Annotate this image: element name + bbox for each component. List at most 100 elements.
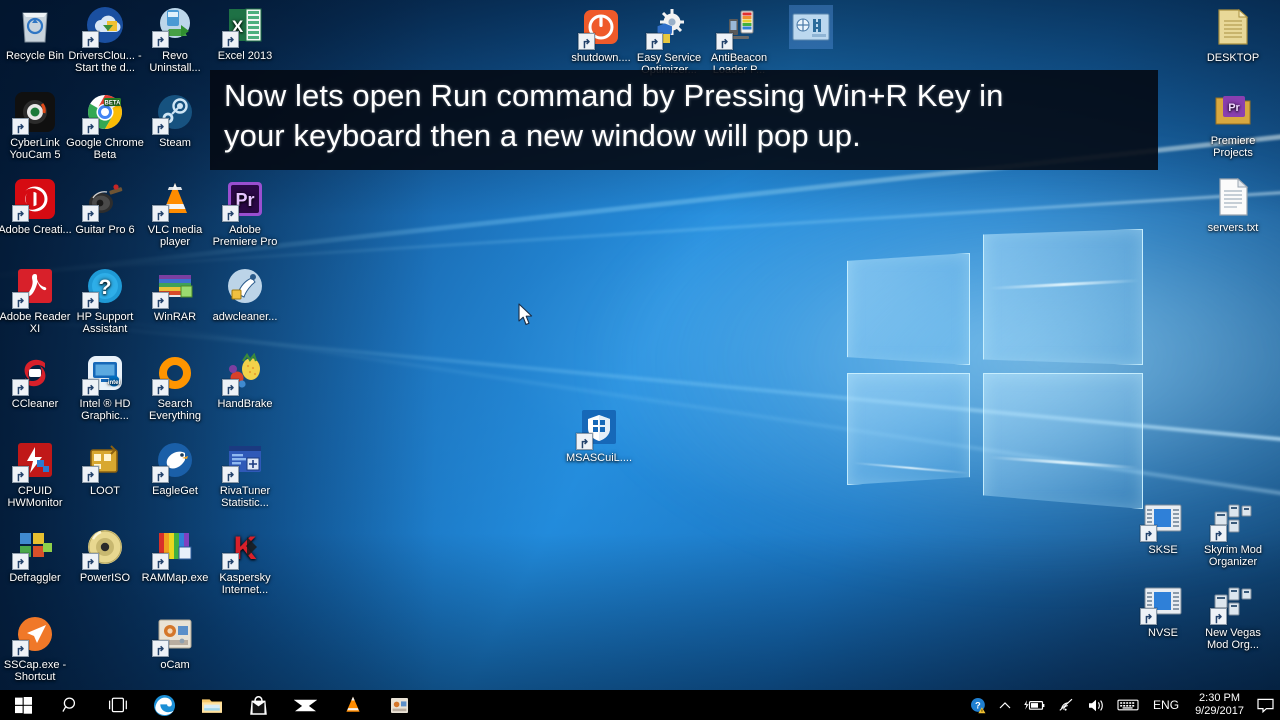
desktop-icon[interactable]: SKSE xyxy=(1124,497,1202,556)
svg-text:intel: intel xyxy=(108,380,121,386)
desktop-icon[interactable]: Revo Uninstall... xyxy=(136,3,214,75)
desktop-icon-label: Recycle Bin xyxy=(5,50,65,62)
rammap-icon xyxy=(152,525,197,570)
desktop-icon[interactable]: Guitar Pro 6 xyxy=(66,177,144,236)
desktop-icon[interactable]: adwcleaner... xyxy=(206,264,284,323)
vlc-button[interactable] xyxy=(329,690,376,720)
clock[interactable]: 2:30 PM 9/29/2017 xyxy=(1187,690,1252,720)
desktop-icon-label: Google Chrome Beta xyxy=(66,137,144,162)
desktop-icon-label: Defraggler xyxy=(9,572,61,584)
desktop-icon[interactable]: intel Intel ® HD Graphic... xyxy=(66,351,144,423)
desktop-icon[interactable]: HandBrake xyxy=(206,351,284,410)
excel-icon: X xyxy=(222,3,267,48)
hp-support-icon: ? xyxy=(82,264,127,309)
desktop-icon-label: DESKTOP xyxy=(1206,52,1260,64)
desktop-icon-label: Intel ® HD Graphic... xyxy=(79,398,131,423)
desktop-icon[interactable]: Pr Premiere Projects xyxy=(1194,88,1272,160)
mod-organizer-icon xyxy=(1210,497,1255,542)
desktop-icon[interactable]: WinRAR xyxy=(136,264,214,323)
desktop-icon[interactable] xyxy=(772,5,850,52)
desktop-icon-label: Adobe Premiere Pro xyxy=(212,224,278,249)
desktop-icon[interactable]: oCam xyxy=(136,612,214,671)
desktop-icon[interactable]: EagleGet xyxy=(136,438,214,497)
action-help-icon[interactable]: ? xyxy=(964,690,993,720)
desktop-icon[interactable]: Skyrim Mod Organizer xyxy=(1194,497,1272,569)
desktop-icon[interactable]: KKaspersky Internet... xyxy=(206,525,284,597)
desktop-icon[interactable]: Defraggler xyxy=(0,525,74,584)
clock-date: 9/29/2017 xyxy=(1195,705,1244,717)
desktop-icon-label: Kaspersky Internet... xyxy=(219,572,271,597)
hero-pane-bottom-right xyxy=(983,373,1143,509)
desktop-icon[interactable]: LOOT xyxy=(66,438,144,497)
desktop-icon[interactable]: CCleaner xyxy=(0,351,74,410)
taskbar: ? ENG 2:30 PM 9/29/2017 xyxy=(0,690,1280,720)
desktop-icon[interactable]: ? HP Support Assistant xyxy=(66,264,144,336)
desktop-icon[interactable]: Steam xyxy=(136,90,214,149)
desktop-icon[interactable]: CyberLink YouCam 5 xyxy=(0,90,74,162)
store-bag-icon xyxy=(250,695,267,715)
desktop-icon[interactable]: BETA Google Chrome Beta xyxy=(66,90,144,162)
desktop-icon[interactable]: RivaTuner Statistic... xyxy=(206,438,284,510)
desktop-icon[interactable]: Recycle Bin xyxy=(0,3,74,62)
desktop-icon-label: RAMMap.exe xyxy=(141,572,209,584)
svg-text:?: ? xyxy=(99,276,112,299)
easy-service-optimizer-icon xyxy=(646,5,691,50)
eagleget-icon xyxy=(152,438,197,483)
svg-text:X: X xyxy=(232,17,244,36)
hero-pane-top-left xyxy=(847,253,970,365)
help-warning-icon: ? xyxy=(971,697,986,713)
system-tray: ? ENG 2:30 PM 9/29/2017 xyxy=(964,690,1280,720)
generic-app-icon xyxy=(789,5,833,49)
keyboard-icon-button[interactable] xyxy=(1111,690,1145,720)
desktop-icon-label: Adobe Reader XI xyxy=(0,311,71,336)
notification-center-button[interactable] xyxy=(1252,690,1278,720)
desktop-icon-label: CCleaner xyxy=(11,398,59,410)
battery-icon-button[interactable] xyxy=(1017,690,1051,720)
ccleaner-icon xyxy=(12,351,57,396)
network-icon-button[interactable] xyxy=(1051,690,1081,720)
desktop-icon[interactable]: Search Everything xyxy=(136,351,214,423)
desktop-icon[interactable]: MSASCuiL.... xyxy=(560,405,638,464)
volume-icon-button[interactable] xyxy=(1081,690,1111,720)
desktop-icon-label: Steam xyxy=(159,137,191,149)
cpuid-hwmonitor-icon xyxy=(12,438,57,483)
vlc-cone-icon xyxy=(152,177,197,222)
rivatuner-icon xyxy=(222,438,267,483)
desktop-icon[interactable]: PowerISO xyxy=(66,525,144,584)
mail-button[interactable] xyxy=(282,690,329,720)
desktop-icon[interactable]: servers.txt xyxy=(1194,175,1272,234)
desktop-icon-label: MSASCuiL.... xyxy=(565,452,633,464)
windows-hero-logo xyxy=(843,225,1148,509)
mod-organizer-icon xyxy=(1210,580,1255,625)
desktop-icon[interactable]: New Vegas Mod Org... xyxy=(1194,580,1272,652)
desktop-icon[interactable]: SSCap.exe - Shortcut xyxy=(0,612,74,684)
edge-icon xyxy=(153,694,176,716)
windows-defender-icon xyxy=(576,405,621,450)
search-everything-icon xyxy=(152,351,197,396)
desktop-icon[interactable]: Easy Service Optimizer... xyxy=(630,5,708,77)
notification-chat-icon xyxy=(1256,698,1274,713)
desktop-icon[interactable]: DESKTOP xyxy=(1194,5,1272,64)
store-button[interactable] xyxy=(235,690,282,720)
desktop-icon[interactable]: Pr Adobe Premiere Pro xyxy=(206,177,284,249)
desktop-icon[interactable]: Adobe Creati... xyxy=(0,177,74,236)
search-button[interactable] xyxy=(47,690,94,720)
desktop-icon[interactable]: NVSE xyxy=(1124,580,1202,639)
chevron-up-icon xyxy=(999,701,1011,708)
desktop-icon[interactable]: AntiBeacon Loader P... xyxy=(700,5,778,77)
desktop-icon[interactable]: CPUID HWMonitor xyxy=(0,438,74,510)
start-button[interactable] xyxy=(0,690,47,720)
language-indicator[interactable]: ENG xyxy=(1145,690,1187,720)
desktop-icon[interactable]: RAMMap.exe xyxy=(136,525,214,584)
poweriso-icon xyxy=(82,525,127,570)
desktop-icon[interactable]: X Excel 2013 xyxy=(206,3,284,62)
show-hidden-icons-button[interactable] xyxy=(993,690,1017,720)
ocam-button[interactable] xyxy=(376,690,423,720)
desktop-icon[interactable]: shutdown.... xyxy=(562,5,640,64)
edge-button[interactable] xyxy=(141,690,188,720)
desktop-icon[interactable]: DriversClou... - Start the d... xyxy=(66,3,144,75)
file-explorer-button[interactable] xyxy=(188,690,235,720)
task-view-button[interactable] xyxy=(94,690,141,720)
desktop-icon[interactable]: VLC media player xyxy=(136,177,214,249)
desktop-icon[interactable]: Adobe Reader XI xyxy=(0,264,74,336)
